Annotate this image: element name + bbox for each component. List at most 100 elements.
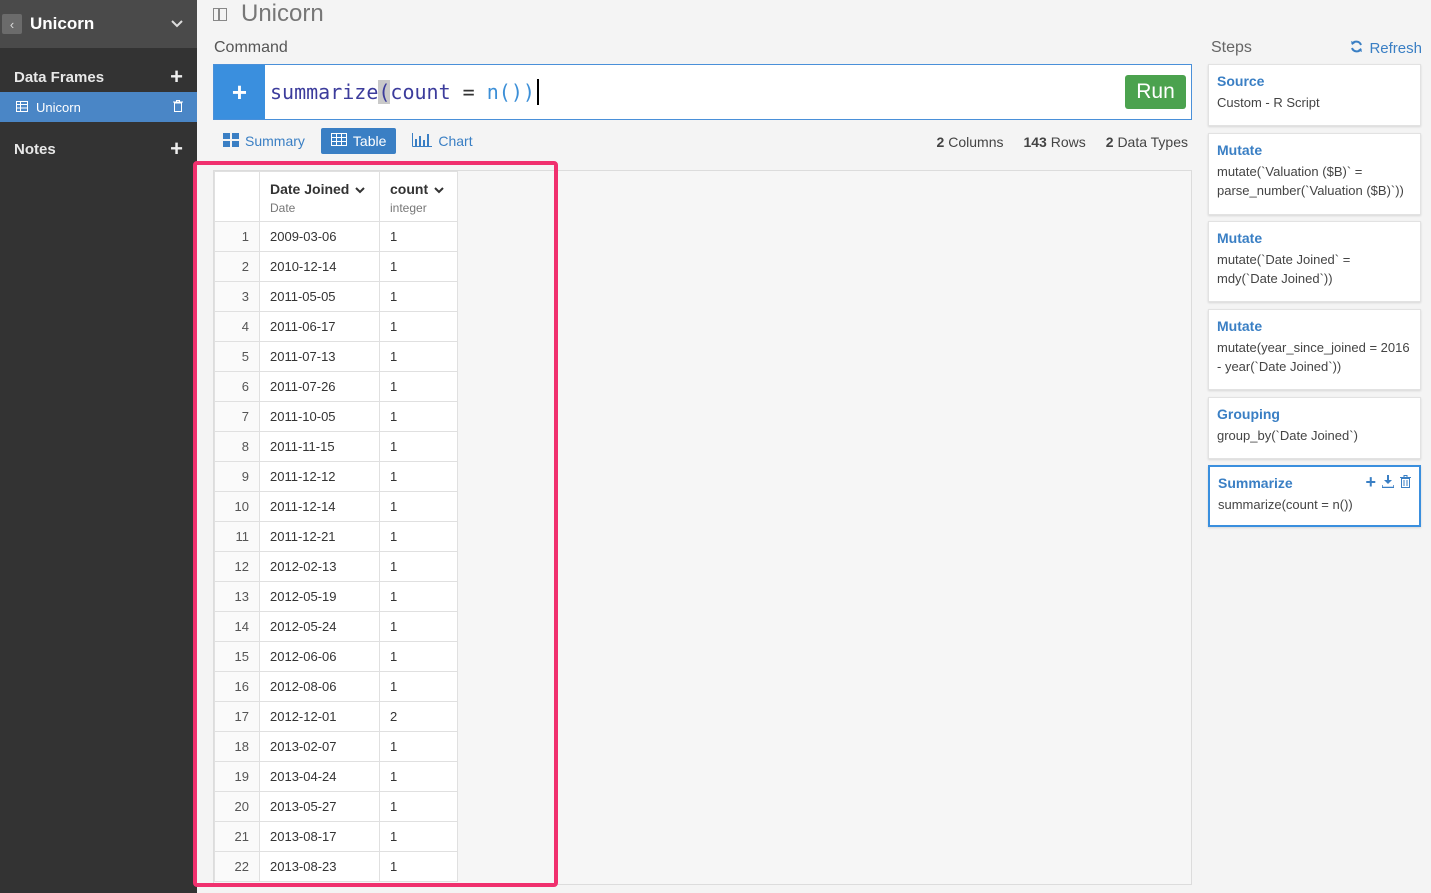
row-number: 7 [214, 401, 260, 432]
step-mutate-year[interactable]: Mutate mutate(year_since_joined = 2016 -… [1208, 309, 1421, 390]
step-source[interactable]: Source Custom - R Script [1208, 64, 1421, 126]
table-row: 11 2011-12-21 1 [214, 521, 458, 552]
steps-title: Steps [1211, 39, 1252, 56]
trash-icon[interactable] [173, 99, 183, 115]
row-number: 19 [214, 761, 260, 792]
download-icon[interactable] [1381, 475, 1395, 491]
row-number: 14 [214, 611, 260, 642]
row-number-header [214, 171, 260, 222]
data-frames-label: Data Frames [14, 68, 105, 86]
row-number: 6 [214, 371, 260, 402]
step-desc: mutate(`Valuation ($B)` = parse_number(`… [1217, 164, 1404, 198]
table-row: 15 2012-06-06 1 [214, 641, 458, 672]
cell-date-joined: 2011-06-17 [259, 311, 380, 342]
table-row: 22 2013-08-23 1 [214, 851, 458, 882]
notes-label: Notes [14, 140, 56, 158]
row-number: 18 [214, 731, 260, 762]
chevron-down-icon[interactable] [355, 185, 366, 197]
step-name: Mutate [1217, 142, 1263, 158]
row-number: 1 [214, 221, 260, 252]
add-step-icon[interactable]: + [1365, 473, 1376, 491]
cell-count: 1 [379, 731, 458, 762]
rows-label: Rows [1050, 134, 1086, 150]
step-grouping[interactable]: Grouping group_by(`Date Joined`) [1208, 397, 1421, 459]
types-count: 2 [1105, 134, 1114, 150]
command-call: n() [486, 80, 523, 104]
column-name: Date Joined [270, 181, 350, 197]
trash-icon[interactable] [1400, 475, 1411, 491]
bar-chart-icon [412, 132, 433, 150]
back-icon[interactable]: ‹ [2, 14, 22, 34]
tab-table[interactable]: Table [320, 128, 397, 154]
sidebar: ‹ Unicorn Data Frames + Unicorn Notes + [0, 0, 197, 893]
command-input[interactable]: summarize(count = n()) [265, 79, 1125, 105]
steps-panel: Steps Refresh Source Custom - R Script M… [1200, 0, 1431, 893]
data-frames-section: Data Frames + [0, 66, 197, 88]
tab-chart-label: Chart [438, 133, 473, 149]
cell-date-joined: 2013-08-17 [259, 821, 380, 852]
page-title: Unicorn [213, 0, 324, 28]
table-row: 4 2011-06-17 1 [214, 311, 458, 342]
cell-count: 1 [379, 281, 458, 312]
add-command-button[interactable]: + [214, 65, 265, 119]
cell-date-joined: 2012-12-01 [259, 701, 380, 732]
column-type: Date [270, 201, 296, 215]
columns-stat: 2 Columns [937, 134, 1004, 150]
cell-date-joined: 2013-02-07 [259, 731, 380, 762]
sidebar-item-unicorn[interactable]: Unicorn [0, 92, 197, 122]
refresh-button[interactable]: Refresh [1350, 40, 1422, 57]
step-desc: summarize(count = n()) [1218, 497, 1353, 512]
step-desc: Custom - R Script [1217, 95, 1320, 110]
command-label: Command [214, 39, 288, 56]
cell-count: 1 [379, 311, 458, 342]
step-desc: mutate(`Date Joined` = mdy(`Date Joined`… [1217, 252, 1351, 286]
add-data-frame-icon[interactable]: + [170, 66, 183, 88]
step-mutate-date[interactable]: Mutate mutate(`Date Joined` = mdy(`Date … [1208, 221, 1421, 302]
rows-stat: 143 Rows [1023, 134, 1085, 150]
chevron-down-icon[interactable] [169, 16, 185, 32]
table-row: 9 2011-12-12 1 [214, 461, 458, 492]
step-name: Mutate [1217, 230, 1263, 246]
column-header-count[interactable]: count integer [379, 171, 458, 222]
table-row: 7 2011-10-05 1 [214, 401, 458, 432]
row-number: 11 [214, 521, 260, 552]
tab-summary[interactable]: Summary [219, 128, 309, 154]
row-number: 4 [214, 311, 260, 342]
row-number: 15 [214, 641, 260, 672]
cell-count: 1 [379, 491, 458, 522]
cell-date-joined: 2011-07-26 [259, 371, 380, 402]
cell-date-joined: 2011-12-12 [259, 461, 380, 492]
row-number: 21 [214, 821, 260, 852]
run-button[interactable]: Run [1125, 75, 1186, 109]
types-label: Data Types [1117, 134, 1188, 150]
add-note-icon[interactable]: + [170, 138, 183, 160]
tab-chart[interactable]: Chart [408, 128, 476, 154]
cell-count: 1 [379, 821, 458, 852]
table-row: 17 2012-12-01 2 [214, 701, 458, 732]
step-mutate-valuation[interactable]: Mutate mutate(`Valuation ($B)` = parse_n… [1208, 133, 1421, 215]
sidebar-toggle-icon[interactable] [213, 7, 227, 21]
column-type: integer [390, 201, 427, 215]
column-header-date-joined[interactable]: Date Joined Date [259, 171, 380, 222]
cell-date-joined: 2013-05-27 [259, 791, 380, 822]
row-number: 17 [214, 701, 260, 732]
notes-section: Notes + [0, 138, 197, 160]
step-name: Source [1217, 73, 1265, 89]
cell-count: 1 [379, 221, 458, 252]
cell-count: 2 [379, 701, 458, 732]
cell-count: 1 [379, 851, 458, 882]
table-icon [16, 100, 28, 115]
column-name: count [390, 181, 429, 197]
cell-date-joined: 2012-05-24 [259, 611, 380, 642]
command-operator: = [450, 80, 487, 104]
row-number: 16 [214, 671, 260, 702]
step-desc: group_by(`Date Joined`) [1217, 428, 1358, 443]
step-summarize[interactable]: Summarize summarize(count = n()) + [1208, 465, 1421, 527]
tab-summary-label: Summary [245, 133, 305, 149]
row-number: 20 [214, 791, 260, 822]
rows-count: 143 [1023, 134, 1047, 150]
table-row: 1 2009-03-06 1 [214, 221, 458, 252]
chevron-down-icon[interactable] [434, 185, 444, 197]
summary-icon [223, 132, 239, 150]
tab-table-label: Table [352, 133, 387, 149]
